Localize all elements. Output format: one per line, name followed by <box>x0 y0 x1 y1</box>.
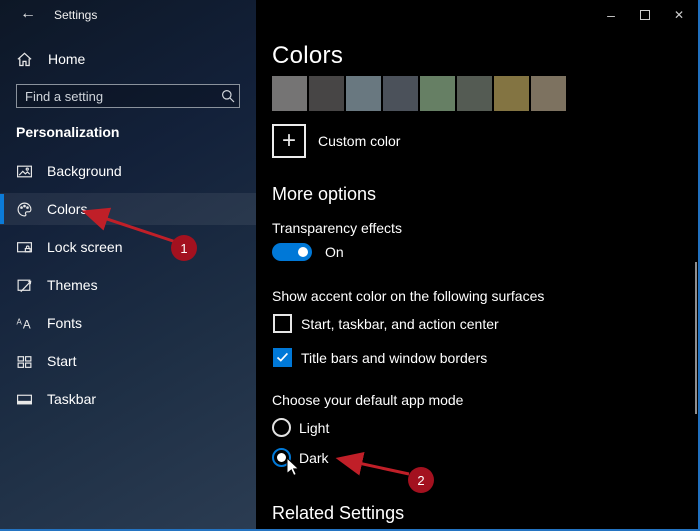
lock-screen-icon <box>16 239 33 256</box>
radio-light-mode[interactable]: Light <box>272 418 329 437</box>
home-label: Home <box>48 51 86 67</box>
sidebar-item-colors[interactable]: Colors <box>0 193 256 225</box>
page-title: Colors <box>272 42 344 69</box>
toggle-state-label: On <box>325 244 344 260</box>
palette-icon <box>16 201 33 218</box>
checkbox-label: Title bars and window borders <box>301 349 488 366</box>
color-swatch[interactable] <box>309 76 344 111</box>
color-swatch[interactable] <box>457 76 492 111</box>
checkbox-checked[interactable] <box>273 348 292 367</box>
vertical-scrollbar[interactable] <box>695 262 697 414</box>
related-settings-heading: Related Settings <box>272 503 405 523</box>
nav-label: Start <box>47 353 77 369</box>
more-options-heading: More options <box>272 184 377 204</box>
accent-color-swatches <box>272 76 566 111</box>
fonts-icon: A A <box>16 315 33 332</box>
nav-label: Themes <box>47 277 98 293</box>
radio-label: Dark <box>299 449 329 466</box>
nav-label: Lock screen <box>47 239 123 255</box>
maximize-icon <box>640 10 650 20</box>
main-panel: Colors + Custom color More options Trans… <box>256 0 698 529</box>
custom-color-button[interactable]: + Custom color <box>272 124 400 158</box>
close-icon: ✕ <box>673 8 685 22</box>
nav-label: Fonts <box>47 315 83 331</box>
maximize-button[interactable] <box>628 3 662 27</box>
custom-color-label: Custom color <box>318 133 401 149</box>
back-arrow-icon: ← <box>20 5 36 22</box>
svg-text:A: A <box>17 317 23 326</box>
title-bar: ← Settings <box>0 0 256 30</box>
home-icon <box>16 51 33 68</box>
toggle-knob <box>298 247 308 257</box>
color-swatch[interactable] <box>420 76 455 111</box>
background-icon <box>16 163 33 180</box>
checkbox-title-bars-window-borders[interactable]: Title bars and window borders <box>273 348 487 367</box>
transparency-toggle[interactable] <box>272 243 312 261</box>
back-button[interactable]: ← <box>14 2 42 26</box>
search-box[interactable] <box>16 84 240 108</box>
transparency-toggle-row: On <box>272 243 344 261</box>
settings-window: ← Settings Home Personalization <box>0 0 700 531</box>
sidebar-item-lock-screen[interactable]: Lock screen <box>0 231 256 263</box>
sidebar-item-start[interactable]: Start <box>0 345 256 377</box>
section-header: Personalization <box>16 124 120 140</box>
window-controls: – ✕ <box>594 3 696 27</box>
transparency-label: Transparency effects <box>272 220 402 236</box>
nav-label: Colors <box>47 201 88 217</box>
radio-dot <box>277 453 286 462</box>
search-icon[interactable] <box>217 89 239 103</box>
check-icon <box>276 352 289 362</box>
app-title: Settings <box>54 8 98 22</box>
selection-indicator <box>0 194 4 224</box>
sidebar-item-taskbar[interactable]: Taskbar <box>0 383 256 415</box>
svg-text:A: A <box>23 318 31 331</box>
radio-selected[interactable] <box>272 448 291 467</box>
color-swatch[interactable] <box>272 76 307 111</box>
app-mode-label: Choose your default app mode <box>272 392 464 408</box>
accent-surfaces-label: Show accent color on the following surfa… <box>272 288 545 304</box>
themes-icon <box>16 277 33 294</box>
sidebar: ← Settings Home Personalization <box>0 0 256 531</box>
checkbox-start-taskbar-action-center[interactable]: Start, taskbar, and action center <box>273 314 499 333</box>
sidebar-item-home[interactable]: Home <box>0 45 256 73</box>
taskbar-icon <box>16 391 33 408</box>
color-swatch[interactable] <box>383 76 418 111</box>
search-input[interactable] <box>17 88 217 104</box>
nav-label: Taskbar <box>47 391 97 407</box>
color-swatch[interactable] <box>494 76 529 111</box>
sidebar-item-themes[interactable]: Themes <box>0 269 256 301</box>
minimize-button[interactable]: – <box>594 3 628 27</box>
sidebar-item-background[interactable]: Background <box>0 155 256 187</box>
color-swatch[interactable] <box>346 76 381 111</box>
minimize-icon: – <box>607 7 615 23</box>
nav-label: Background <box>47 163 122 179</box>
checkbox-unchecked[interactable] <box>273 314 292 333</box>
radio-dark-mode[interactable]: Dark <box>272 448 329 467</box>
start-icon <box>16 353 33 370</box>
checkbox-label: Start, taskbar, and action center <box>301 315 499 332</box>
color-swatch[interactable] <box>531 76 566 111</box>
close-button[interactable]: ✕ <box>662 3 696 27</box>
plus-icon: + <box>272 124 306 158</box>
radio-unselected[interactable] <box>272 418 291 437</box>
radio-label: Light <box>299 419 330 436</box>
sidebar-item-fonts[interactable]: A A Fonts <box>0 307 256 339</box>
